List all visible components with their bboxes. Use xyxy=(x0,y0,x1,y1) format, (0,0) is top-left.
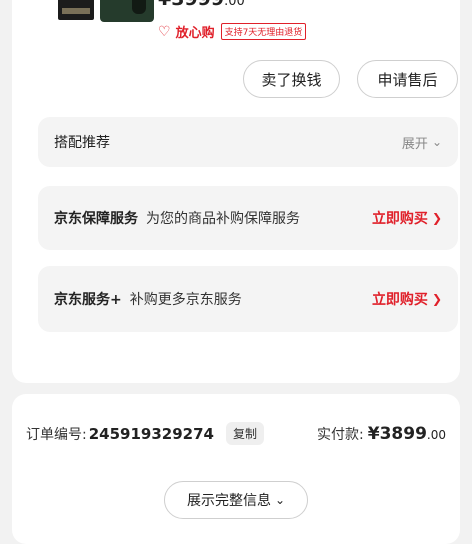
chevron-right-icon: ❯ xyxy=(431,211,442,225)
show-full-info-label: 展示完整信息 xyxy=(186,493,271,509)
sell-button[interactable]: 卖了换钱 xyxy=(243,60,340,98)
buy-now-label: 立即购买 xyxy=(371,292,428,308)
chevron-right-icon: ❯ xyxy=(431,292,442,306)
heart-icon: ♡ xyxy=(158,23,171,40)
service-title: 京东服务+ xyxy=(54,292,122,308)
show-full-info-button[interactable]: 展示完整信息 ⌄ xyxy=(164,481,308,519)
match-recommend-row[interactable]: 搭配推荐 展开 ⌄ xyxy=(38,117,458,167)
order-info-card: 订单编号: 245919329274 复制 实付款: ¥3899.00 展示完整… xyxy=(12,394,460,544)
service-title: 京东保障服务 xyxy=(54,211,138,227)
return-policy-badge: 支持7天无理由退货 xyxy=(220,23,307,40)
order-summary-line: 订单编号: 245919329274 复制 实付款: ¥3899.00 xyxy=(26,422,446,445)
chevron-down-icon: ⌄ xyxy=(274,493,286,507)
product-images[interactable] xyxy=(28,0,154,24)
match-expand-toggle[interactable]: 展开 ⌄ xyxy=(402,133,442,152)
service-row-protection[interactable]: 京东保障服务 为您的商品补购保障服务 立即购买 ❯ xyxy=(38,186,458,250)
service-row-jd-plus[interactable]: 京东服务+ 补购更多京东服务 立即购买 ❯ xyxy=(38,266,458,332)
paid-amount: ¥3899.00 xyxy=(367,423,446,444)
order-number-label: 订单编号: xyxy=(26,426,87,443)
service-desc: 为您的商品补购保障服务 xyxy=(146,211,300,227)
after-sale-button[interactable]: 申请售后 xyxy=(357,60,458,98)
product-price: ¥3999.00 xyxy=(158,0,245,10)
buy-now-label: 立即购买 xyxy=(371,211,428,227)
buy-now-link[interactable]: 立即购买 ❯ xyxy=(372,289,442,309)
assurance-row[interactable]: ♡ 放心购 支持7天无理由退货 xyxy=(158,22,307,41)
paid-label: 实付款: xyxy=(317,426,364,443)
match-recommend-title: 搭配推荐 xyxy=(54,135,110,151)
product-phone-image[interactable] xyxy=(100,0,154,22)
order-number-value: 245919329274 xyxy=(88,424,214,443)
copy-button[interactable]: 复制 xyxy=(225,422,264,445)
service-desc: 补购更多京东服务 xyxy=(129,292,242,308)
buy-now-link[interactable]: 立即购买 ❯ xyxy=(372,208,442,228)
product-box-image[interactable] xyxy=(58,0,94,20)
order-product-card: ¥3999.00 ♡ 放心购 支持7天无理由退货 卖了换钱 申请售后 搭配推荐 … xyxy=(12,0,460,383)
assurance-label: 放心购 xyxy=(175,26,215,41)
match-expand-label: 展开 xyxy=(401,136,428,152)
chevron-down-icon: ⌄ xyxy=(431,135,442,149)
